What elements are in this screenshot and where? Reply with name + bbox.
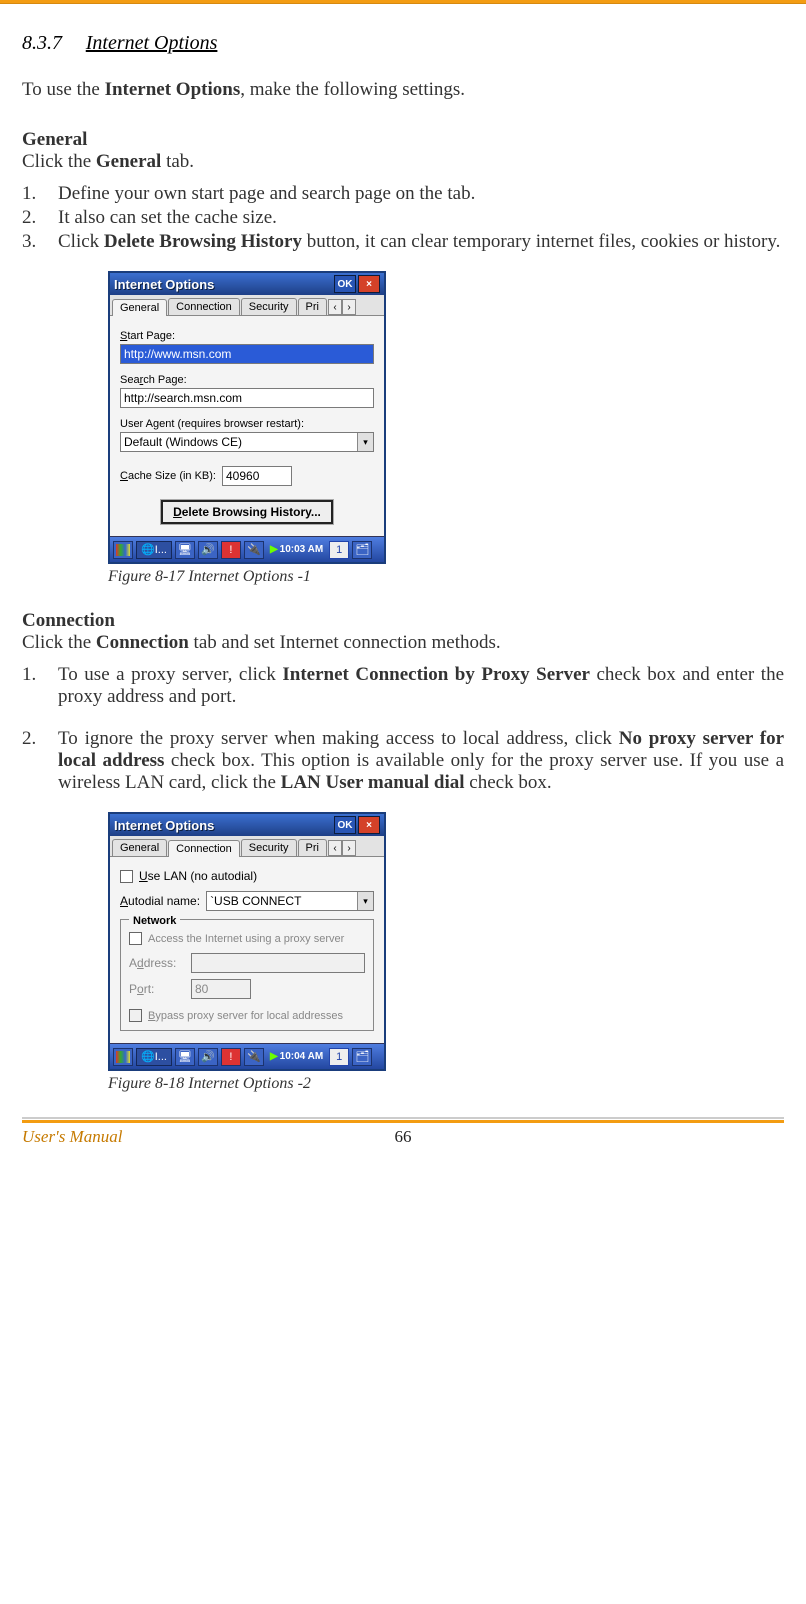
- tab-security[interactable]: Security: [241, 839, 297, 856]
- page-footer: User's Manual 66: [0, 1123, 806, 1161]
- section-title: Internet Options: [86, 32, 218, 54]
- ok-button[interactable]: OK: [334, 275, 356, 293]
- ok-button[interactable]: OK: [334, 816, 356, 834]
- tray-icon[interactable]: 🔌: [244, 541, 264, 559]
- connection-heading: Connection: [22, 610, 115, 631]
- tab-scroll-right-icon[interactable]: ›: [342, 840, 356, 856]
- window-title: Internet Options: [114, 818, 332, 833]
- proxy-address-input[interactable]: [191, 953, 365, 973]
- tab-connection[interactable]: Connection: [168, 840, 240, 857]
- general-heading-block: General Click the General tab.: [22, 129, 784, 173]
- tray-icon[interactable]: 🖥: [175, 541, 195, 559]
- tray-icon[interactable]: 🗂: [352, 1048, 372, 1066]
- cache-size-label: Cache Size (in KB):: [120, 470, 216, 482]
- autodial-select[interactable]: [206, 891, 374, 911]
- search-page-input[interactable]: [120, 388, 374, 408]
- internet-options-window: Internet Options OK × General Connection…: [108, 271, 386, 564]
- proxy-label: Access the Internet using a proxy server: [148, 933, 344, 945]
- network-legend: Network: [129, 915, 180, 927]
- autodial-label: Autodial name:: [120, 894, 200, 908]
- figure-2: Internet Options OK × General Connection…: [108, 812, 784, 1071]
- section-heading: 8.3.7 Internet Options: [22, 32, 784, 55]
- tab-connection[interactable]: Connection: [168, 298, 240, 315]
- footer-manual: User's Manual: [22, 1127, 276, 1147]
- user-agent-label: User Agent (requires browser restart):: [120, 418, 374, 430]
- user-agent-select[interactable]: [120, 432, 374, 452]
- list-item: 2. It also can set the cache size.: [22, 207, 784, 229]
- connection-list: 1. To use a proxy server, click Internet…: [22, 664, 784, 794]
- bypass-proxy-checkbox[interactable]: [129, 1009, 142, 1022]
- list-item: 2. To ignore the proxy server when makin…: [22, 728, 784, 794]
- tab-privacy[interactable]: Pri: [298, 298, 327, 315]
- proxy-port-input[interactable]: [191, 979, 251, 999]
- general-list: 1. Define your own start page and search…: [22, 183, 784, 253]
- tray-badge[interactable]: 1: [329, 1048, 349, 1066]
- search-page-label: Search Page:: [120, 374, 374, 386]
- proxy-checkbox[interactable]: [129, 932, 142, 945]
- chevron-down-icon[interactable]: ▾: [357, 892, 373, 910]
- tab-scroll-right-icon[interactable]: ›: [342, 299, 356, 315]
- figure-2-caption: Figure 8-18 Internet Options -2: [108, 1075, 784, 1093]
- tab-general[interactable]: General: [112, 299, 167, 316]
- tray-icon[interactable]: 🗂: [352, 541, 372, 559]
- chevron-down-icon[interactable]: ▾: [357, 433, 373, 451]
- use-lan-checkbox[interactable]: [120, 870, 133, 883]
- tab-security[interactable]: Security: [241, 298, 297, 315]
- bypass-proxy-label: Bypass proxy server for local addresses: [148, 1010, 343, 1022]
- tab-strip: General Connection Security Pri ‹ ›: [110, 836, 384, 857]
- tab-scroll-left-icon[interactable]: ‹: [328, 840, 342, 856]
- tab-privacy[interactable]: Pri: [298, 839, 327, 856]
- start-icon[interactable]: [113, 1048, 133, 1066]
- tray-icon[interactable]: 🔊: [198, 1048, 218, 1066]
- close-icon[interactable]: ×: [358, 816, 380, 834]
- tray-alert-icon[interactable]: !: [221, 1048, 241, 1066]
- figure-1: Internet Options OK × General Connection…: [108, 271, 784, 564]
- taskbar-clock: ▶10:03 AM: [270, 544, 323, 555]
- titlebar: Internet Options OK ×: [110, 814, 384, 836]
- tray-badge[interactable]: 1: [329, 541, 349, 559]
- internet-options-window-connection: Internet Options OK × General Connection…: [108, 812, 386, 1071]
- address-label: Address:: [129, 956, 185, 970]
- section-number: 8.3.7: [22, 32, 62, 54]
- close-icon[interactable]: ×: [358, 275, 380, 293]
- titlebar: Internet Options OK ×: [110, 273, 384, 295]
- tray-alert-icon[interactable]: !: [221, 541, 241, 559]
- general-heading: General: [22, 129, 87, 150]
- cache-size-input[interactable]: [222, 466, 292, 486]
- window-title: Internet Options: [114, 277, 332, 292]
- tray-icon[interactable]: 🔌: [244, 1048, 264, 1066]
- tray-icon[interactable]: 🔊: [198, 541, 218, 559]
- list-item: 1. To use a proxy server, click Internet…: [22, 664, 784, 708]
- use-lan-label: Use LAN (no autodial): [139, 869, 257, 883]
- network-fieldset: Network Access the Internet using a prox…: [120, 919, 374, 1031]
- taskbar: 🌐I... 🖥 🔊 ! 🔌 ▶10:03 AM 1 🗂: [110, 536, 384, 562]
- delete-browsing-history-button[interactable]: Delete Browsing History...: [161, 500, 333, 524]
- intro-paragraph: To use the Internet Options, make the fo…: [22, 79, 784, 101]
- taskbar: 🌐I... 🖥 🔊 ! 🔌 ▶10:04 AM 1 🗂: [110, 1043, 384, 1069]
- footer-page-number: 66: [276, 1127, 530, 1147]
- figure-1-caption: Figure 8-17 Internet Options -1: [108, 568, 784, 586]
- tray-icon[interactable]: 🖥: [175, 1048, 195, 1066]
- tab-strip: General Connection Security Pri ‹ ›: [110, 295, 384, 316]
- list-item: 3. Click Delete Browsing History button,…: [22, 231, 784, 253]
- taskbar-clock: ▶10:04 AM: [270, 1051, 323, 1062]
- port-label: Port:: [129, 982, 185, 996]
- connection-heading-block: Connection Click the Connection tab and …: [22, 610, 784, 654]
- start-icon[interactable]: [113, 541, 133, 559]
- taskbar-app[interactable]: 🌐I...: [136, 1048, 172, 1066]
- start-page-input[interactable]: [120, 344, 374, 364]
- taskbar-app[interactable]: 🌐I...: [136, 541, 172, 559]
- tab-scroll-left-icon[interactable]: ‹: [328, 299, 342, 315]
- tab-general[interactable]: General: [112, 839, 167, 856]
- start-page-label: Start Page:: [120, 330, 374, 342]
- list-item: 1. Define your own start page and search…: [22, 183, 784, 205]
